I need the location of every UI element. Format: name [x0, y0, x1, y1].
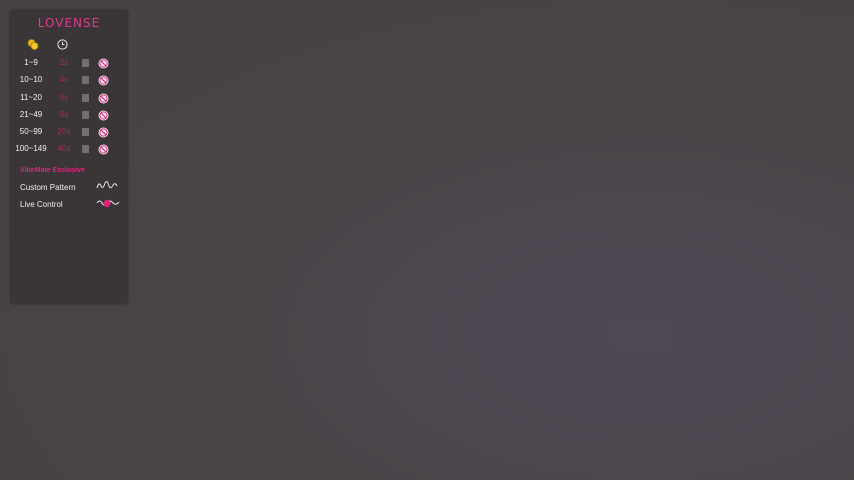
no-vibration-icon	[98, 93, 109, 104]
token-range: 100~149	[15, 144, 47, 153]
token-range: 50~99	[19, 127, 43, 136]
live-control-label: Live Control	[20, 200, 63, 209]
exclusive-title: VibeMate Exclusive	[20, 167, 85, 174]
duration: 8s	[59, 110, 69, 119]
level-row: 10~10 4s	[10, 73, 128, 87]
level-row: 100~149 40s	[10, 142, 128, 156]
duration: 4s	[59, 75, 69, 84]
no-vibration-icon	[98, 127, 109, 138]
intensity-bars-icon	[82, 59, 89, 67]
lovense-logo: LOVENSE	[37, 16, 101, 30]
duration: 20s	[57, 127, 71, 136]
no-vibration-icon	[98, 75, 109, 86]
live-control-icon	[96, 199, 120, 208]
intensity-bars-icon	[82, 76, 89, 84]
no-vibration-icon	[98, 144, 109, 155]
intensity-bars-icon	[82, 145, 89, 153]
duration: 5s	[59, 93, 69, 102]
level-row: 21~49 8s	[10, 108, 128, 122]
no-vibration-icon	[98, 58, 109, 69]
level-row: 1~9 2s	[10, 56, 128, 70]
intensity-bars-icon	[82, 128, 89, 136]
custom-pattern-label: Custom Pattern	[20, 183, 76, 192]
intensity-bars-icon	[82, 94, 89, 102]
token-range: 11~20	[20, 93, 42, 102]
token-range: 10~10	[19, 75, 43, 84]
no-vibration-icon	[98, 110, 109, 121]
coins-icon	[27, 39, 39, 50]
duration: 2s	[59, 58, 69, 67]
level-row: 11~20 5s	[10, 91, 128, 105]
token-range: 1~9	[24, 58, 38, 67]
level-row: 50~99 20s	[10, 125, 128, 139]
intensity-bars-icon	[82, 111, 89, 119]
wave-pattern-icon	[96, 181, 118, 189]
tip-menu-panel: LOVENSE 1~9 2s 10~10 4s 11~20 5s 21~49 8…	[10, 10, 128, 304]
duration: 40s	[57, 144, 71, 153]
token-range: 21~49	[19, 110, 43, 119]
clock-icon	[57, 39, 68, 50]
